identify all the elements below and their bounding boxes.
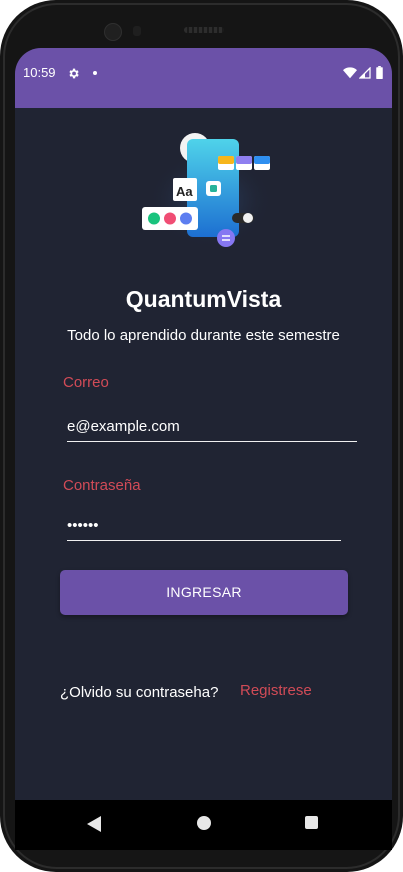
register-link[interactable]: Registrese: [240, 682, 312, 699]
status-bar: 10:59: [15, 48, 392, 108]
battery-icon: [376, 66, 383, 79]
app-title: QuantumVista: [125, 286, 282, 312]
login-button[interactable]: INGRESAR: [60, 570, 348, 615]
back-icon[interactable]: [87, 816, 101, 832]
navigation-bar: [15, 800, 392, 850]
text-tile-label: Aa: [176, 184, 193, 199]
forgot-password-link[interactable]: ¿Olvido su contraseha?: [60, 684, 218, 701]
password-label: Contraseña: [63, 477, 141, 494]
proximity-sensor: [133, 26, 141, 36]
password-field[interactable]: [67, 512, 341, 541]
device-frame: 10:59 Aa QuantumVista Todo lo aprendido …: [0, 0, 403, 872]
app-illustration: Aa: [142, 133, 272, 248]
app-subtitle: Todo lo aprendido durante este semestre: [67, 327, 340, 344]
app-screen: 10:59 Aa QuantumVista Todo lo aprendido …: [15, 48, 392, 842]
email-label: Correo: [63, 374, 109, 391]
wifi-icon: [343, 67, 357, 79]
home-icon[interactable]: [197, 816, 211, 830]
gear-icon: [69, 68, 79, 79]
notification-dot-icon: [93, 71, 97, 75]
recents-icon[interactable]: [305, 816, 318, 829]
signal-icon: [359, 67, 371, 79]
front-camera: [104, 23, 122, 41]
status-time: 10:59: [23, 65, 56, 80]
earpiece-speaker: [184, 27, 224, 33]
email-field[interactable]: [67, 413, 357, 442]
